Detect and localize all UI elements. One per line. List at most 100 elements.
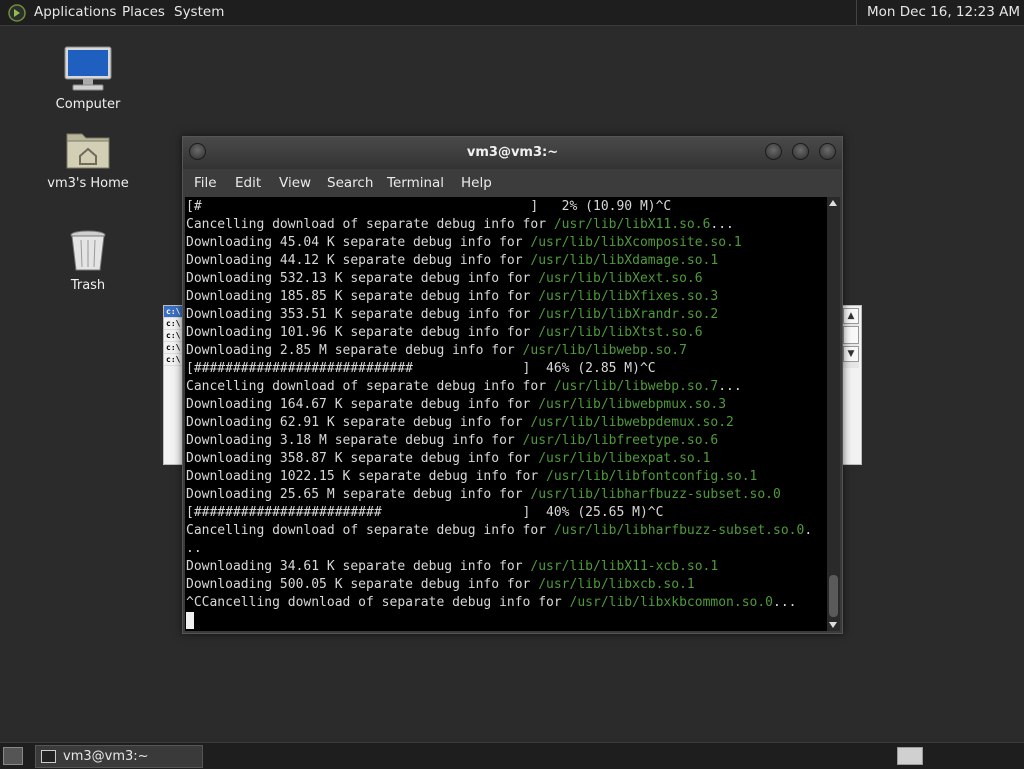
terminal-line: Downloading 532.13 K separate debug info… [186,270,826,288]
terminal-line-text: .. [186,541,202,556]
scroll-thumb[interactable] [843,326,859,344]
menu-search[interactable]: Search [327,169,373,197]
terminal-line-text: Cancelling download of separate debug in… [186,217,554,232]
terminal-line-text: Downloading 25.65 M separate debug info … [186,487,531,502]
terminal-line-suffix: . [804,523,813,538]
terminal-line-text: Downloading 164.67 K separate debug info… [186,397,539,412]
terminal-line-text: Cancelling download of separate debug in… [186,379,554,394]
scroll-up-icon[interactable] [829,200,837,206]
terminal-icon [41,750,56,763]
terminal-line-text: Downloading 45.04 K separate debug info … [186,235,531,250]
trash-icon [70,230,106,271]
clock[interactable]: Mon Dec 16, 12:23 AM [855,0,1020,25]
gnome-foot-icon[interactable] [8,4,26,22]
window-titlebar[interactable]: vm3@vm3:~ [183,137,842,169]
menu-terminal[interactable]: Terminal [387,169,444,197]
terminal-line-text: Downloading 358.87 K separate debug info… [186,451,539,466]
terminal-cursor [186,612,194,629]
menu-file[interactable]: File [194,169,217,197]
close-icon[interactable] [819,143,836,160]
terminal-line: Downloading 1022.15 K separate debug inf… [186,468,826,486]
desktop-icon-label: vm3's Home [47,176,129,191]
terminal-line-path: /usr/lib/libxkbcommon.so.0 [569,595,774,610]
terminal-line-path: /usr/lib/libexpat.so.1 [538,451,711,466]
menu-applications[interactable]: Applications [34,0,116,25]
terminal-line: .. [186,540,826,558]
terminal-line-path: /usr/lib/libXdamage.so.1 [530,253,719,268]
terminal-line: Cancelling download of separate debug in… [186,216,826,234]
minimize-icon[interactable] [765,143,782,160]
desktop-icon-trash[interactable]: Trash [33,228,143,293]
taskbar-item-terminal[interactable]: vm3@vm3:~ [35,745,203,768]
menu-help[interactable]: Help [461,169,492,197]
terminal-prompt-line[interactable] [186,612,826,630]
menu-view[interactable]: View [279,169,311,197]
terminal-line-text: Downloading 44.12 K separate debug info … [186,253,531,268]
scroll-up-icon[interactable]: ▲ [843,308,859,324]
scroll-down-icon[interactable]: ▼ [843,346,859,362]
terminal-line: Cancelling download of separate debug in… [186,378,826,396]
terminal-line-path: /usr/lib/libwebpmux.so.3 [538,397,727,412]
terminal-line-suffix: ... [710,217,734,232]
scroll-thumb[interactable] [829,575,838,617]
terminal-line: Cancelling download of separate debug in… [186,522,826,540]
taskbar-item-label: vm3@vm3:~ [63,749,149,764]
top-panel: Applications Places System Mon Dec 16, 1… [0,0,1024,26]
terminal-line: [# ] 2% (10.90 M)^C [186,198,826,216]
show-desktop-icon[interactable] [3,747,23,765]
terminal-scrollbar[interactable] [827,197,840,631]
terminal-line: Downloading 358.87 K separate debug info… [186,450,826,468]
desktop-icon-home[interactable]: vm3's Home [33,128,143,191]
home-folder-icon [66,133,110,169]
terminal-line-text: Downloading 185.85 K separate debug info… [186,289,539,304]
terminal-line-text: Downloading 101.96 K separate debug info… [186,325,539,340]
terminal-line-path: /usr/lib/libXfixes.so.3 [538,289,719,304]
computer-icon [64,46,112,91]
terminal-line-path: /usr/lib/libXtst.so.6 [538,325,703,340]
terminal-line-path: /usr/lib/libxcb.so.1 [538,577,695,592]
terminal-line-path: /usr/lib/libX11-xcb.so.1 [530,559,719,574]
terminal-line-path: /usr/lib/libXcomposite.so.1 [530,235,742,250]
terminal-line: Downloading 2.85 M separate debug info f… [186,342,826,360]
terminal-line-text: ^CCancelling download of separate debug … [186,595,570,610]
terminal-output[interactable]: [# ] 2% (10.90 M)^C Cancelling download o… [185,197,827,631]
terminal-line-path: /usr/lib/libXrandr.so.2 [538,307,719,322]
terminal-line: [######################## ] 40% (25.65 M… [186,504,826,522]
window-menu-icon[interactable] [189,143,206,160]
terminal-line: Downloading 101.96 K separate debug info… [186,324,826,342]
terminal-line-text: [# ] 2% (10.90 M)^C [186,199,672,214]
background-window-scrollbar[interactable]: ▲ ▼ [843,308,859,368]
terminal-line: Downloading 353.51 K separate debug info… [186,306,826,324]
terminal-line: Downloading 500.05 K separate debug info… [186,576,826,594]
terminal-line: [############################ ] 46% (2.8… [186,360,826,378]
terminal-menubar: File Edit View Search Terminal Help [183,169,842,197]
terminal-line: Downloading 45.04 K separate debug info … [186,234,826,252]
bottom-panel: vm3@vm3:~ [0,742,1024,769]
terminal-line: Downloading 62.91 K separate debug info … [186,414,826,432]
maximize-icon[interactable] [792,143,809,160]
terminal-line-path: /usr/lib/libX11.so.6 [553,217,711,232]
desktop-icon-label: Computer [55,97,121,112]
terminal-window[interactable]: vm3@vm3:~ File Edit View Search Terminal… [182,136,843,634]
terminal-line-text: Downloading 353.51 K separate debug info… [186,307,539,322]
terminal-line-text: Downloading 2.85 M separate debug info f… [186,343,523,358]
workspace-switcher[interactable] [897,747,923,765]
terminal-line-text: Downloading 62.91 K separate debug info … [186,415,531,430]
terminal-lines: [# ] 2% (10.90 M)^C Cancelling download o… [186,198,826,630]
terminal-line-text: [############################ ] 46% (2.8… [186,361,656,376]
window-title: vm3@vm3:~ [466,145,559,160]
terminal-line-text: [######################## ] 40% (25.65 M… [186,505,664,520]
scroll-down-icon[interactable] [829,622,837,628]
terminal-line: Downloading 34.61 K separate debug info … [186,558,826,576]
menu-edit[interactable]: Edit [235,169,261,197]
menu-system[interactable]: System [174,0,224,25]
desktop-icon-label: Trash [70,278,106,293]
terminal-line-text: Downloading 34.61 K separate debug info … [186,559,531,574]
menu-places[interactable]: Places [122,0,165,25]
terminal-line-text: Downloading 3.18 M separate debug info f… [186,433,523,448]
terminal-line-path: /usr/lib/libharfbuzz-subset.so.0 [530,487,781,502]
terminal-line-path: /usr/lib/libwebpdemux.so.2 [530,415,734,430]
desktop-icon-computer[interactable]: Computer [33,45,143,112]
terminal-line-text: Cancelling download of separate debug in… [186,523,554,538]
terminal-line: Downloading 3.18 M separate debug info f… [186,432,826,450]
